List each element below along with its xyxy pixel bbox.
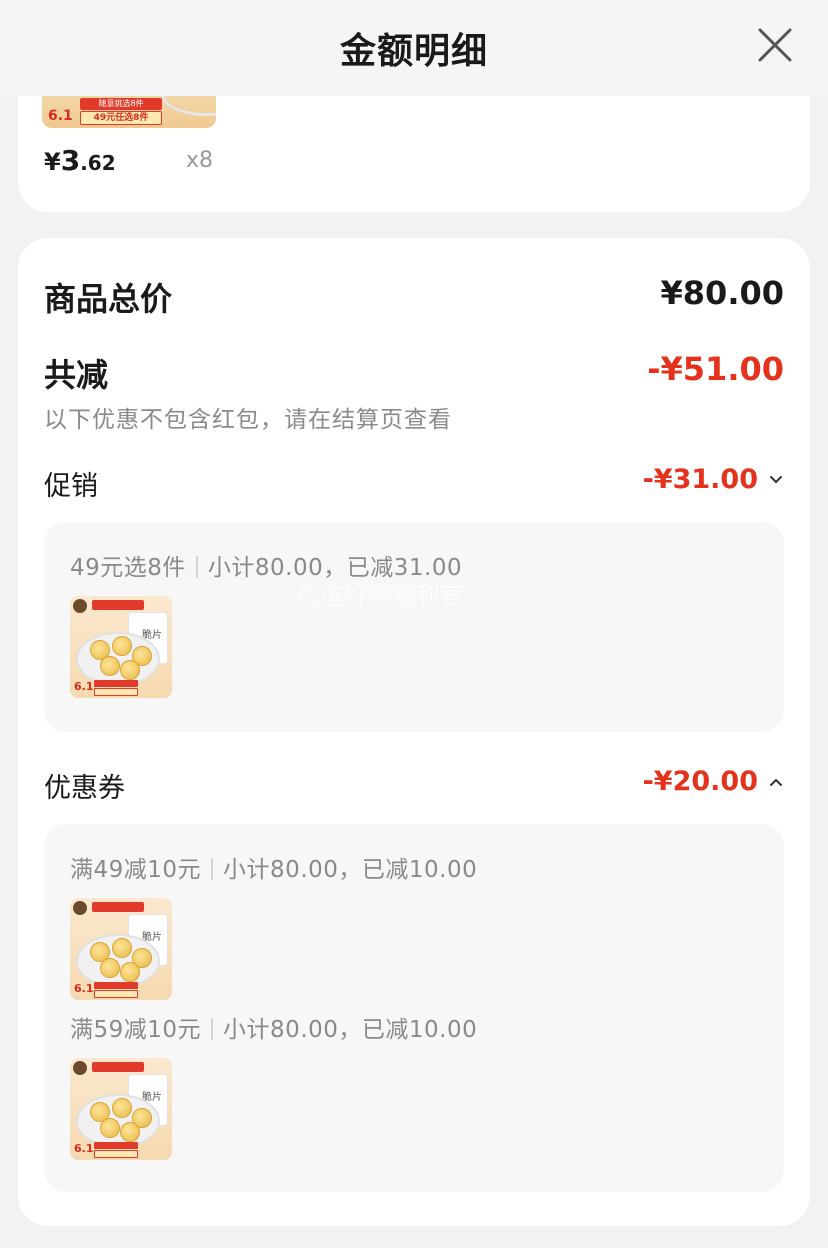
coupon-header[interactable]: 优惠券 -¥20.00	[44, 766, 784, 804]
banana-chip	[112, 938, 132, 958]
page-title: 金额明细	[339, 31, 488, 72]
total-row: 商品总价 ¥80.00	[44, 274, 784, 318]
divider	[195, 556, 198, 578]
total-label: 商品总价	[44, 280, 173, 318]
chevron-up-icon	[770, 778, 782, 786]
discount-note: 以下优惠不包含红包，请在结算页查看	[44, 407, 452, 433]
coupon-detail: 小计80.00，已减10.00	[223, 857, 478, 883]
banana-chip	[120, 660, 140, 680]
product-thumbnail[interactable]: 脆片 6.1	[70, 596, 172, 698]
thumb-banner	[92, 600, 144, 610]
coupon-rule: 满59减10元	[70, 1017, 202, 1043]
coupon-rule: 满49减10元	[70, 857, 202, 883]
close-button[interactable]	[752, 22, 798, 68]
divider	[211, 858, 214, 880]
coupon-value-group: -¥20.00	[643, 766, 784, 797]
thumb-badge-top: 随意挑选8件	[80, 98, 162, 110]
product-thumbnail[interactable]: 6.1 随意挑选8件 49元任选8件	[42, 96, 216, 128]
banana-chip	[112, 1098, 132, 1118]
header: 金额明细	[0, 0, 828, 96]
brand-logo	[73, 1061, 87, 1075]
banana-chip	[120, 962, 140, 982]
thumb-badge-number: 6.1	[74, 982, 94, 995]
banana-chip	[100, 656, 120, 676]
amount-detail-card: 商品总价 ¥80.00 共减 -¥51.00 以下优惠不包含红包，请在结算页查看…	[18, 238, 810, 1226]
coupon-label: 优惠券	[44, 773, 125, 804]
plate-graphic	[162, 96, 216, 116]
price-decimal: .62	[80, 151, 116, 175]
total-value: ¥80.00	[660, 274, 784, 312]
thumb-badge-number: 6.1	[48, 108, 73, 124]
thumb-badge-bottom: 49元任选8件	[80, 111, 162, 125]
product-thumbnail[interactable]: 脆片 6.1	[70, 1058, 172, 1160]
item-quantity: x8	[186, 148, 214, 173]
thumb-badge-top	[94, 982, 138, 989]
promotion-value: -¥31.00	[642, 464, 758, 495]
banana-chip	[100, 1118, 120, 1138]
product-thumbnail[interactable]: 脆片 6.1	[70, 898, 172, 1000]
thumb-badge-top	[94, 1142, 138, 1149]
coupon-panel: 满49减10元 小计80.00，已减10.00 脆片 6.1 满59减10元 小计8…	[44, 824, 784, 1192]
item-card: 6.1 随意挑选8件 49元任选8件 ¥ 3 .62 x8	[18, 96, 810, 212]
watermark: 优选好物福利官	[296, 582, 464, 610]
price-integer: 3	[60, 144, 81, 177]
thumb-badge-top	[94, 680, 138, 687]
discount-total-value: -¥51.00	[647, 350, 784, 388]
promotion-value-group: -¥31.00	[643, 464, 784, 495]
banana-chip	[120, 1122, 140, 1142]
divider	[211, 1018, 214, 1040]
promotion-rule: 49元选8件	[70, 555, 186, 581]
coupon-value: -¥20.00	[642, 766, 758, 797]
banana-chip	[112, 636, 132, 656]
promotion-label: 促销	[44, 471, 98, 502]
thumb-banner	[92, 1062, 144, 1072]
thumb-badge-number: 6.1	[74, 1142, 94, 1155]
thumb-badge-bottom	[94, 990, 138, 998]
item-price: ¥ 3 .62	[44, 144, 116, 177]
banana-chip	[100, 958, 120, 978]
coupon-line: 满49减10元 小计80.00，已减10.00	[70, 850, 477, 884]
thumb-banner	[92, 902, 144, 912]
thumb-badge-number: 6.1	[74, 680, 94, 693]
chevron-down-icon	[770, 475, 782, 483]
promotion-header[interactable]: 促销 -¥31.00	[44, 464, 784, 502]
thumb-badge-bottom	[94, 1150, 138, 1158]
price-currency: ¥	[44, 148, 61, 176]
discount-total-label: 共减	[44, 356, 109, 394]
brand-logo	[73, 901, 87, 915]
discount-total-row: 共减 -¥51.00	[44, 350, 784, 394]
brand-logo	[73, 599, 87, 613]
coupon-detail: 小计80.00，已减10.00	[223, 1017, 478, 1043]
thumb-badge-bottom	[94, 688, 138, 696]
close-icon	[758, 28, 792, 62]
promotion-panel: 49元选8件 小计80.00，已减31.00 脆片 6.1	[44, 522, 784, 732]
coupon-line: 满59减10元 小计80.00，已减10.00	[70, 1010, 477, 1044]
